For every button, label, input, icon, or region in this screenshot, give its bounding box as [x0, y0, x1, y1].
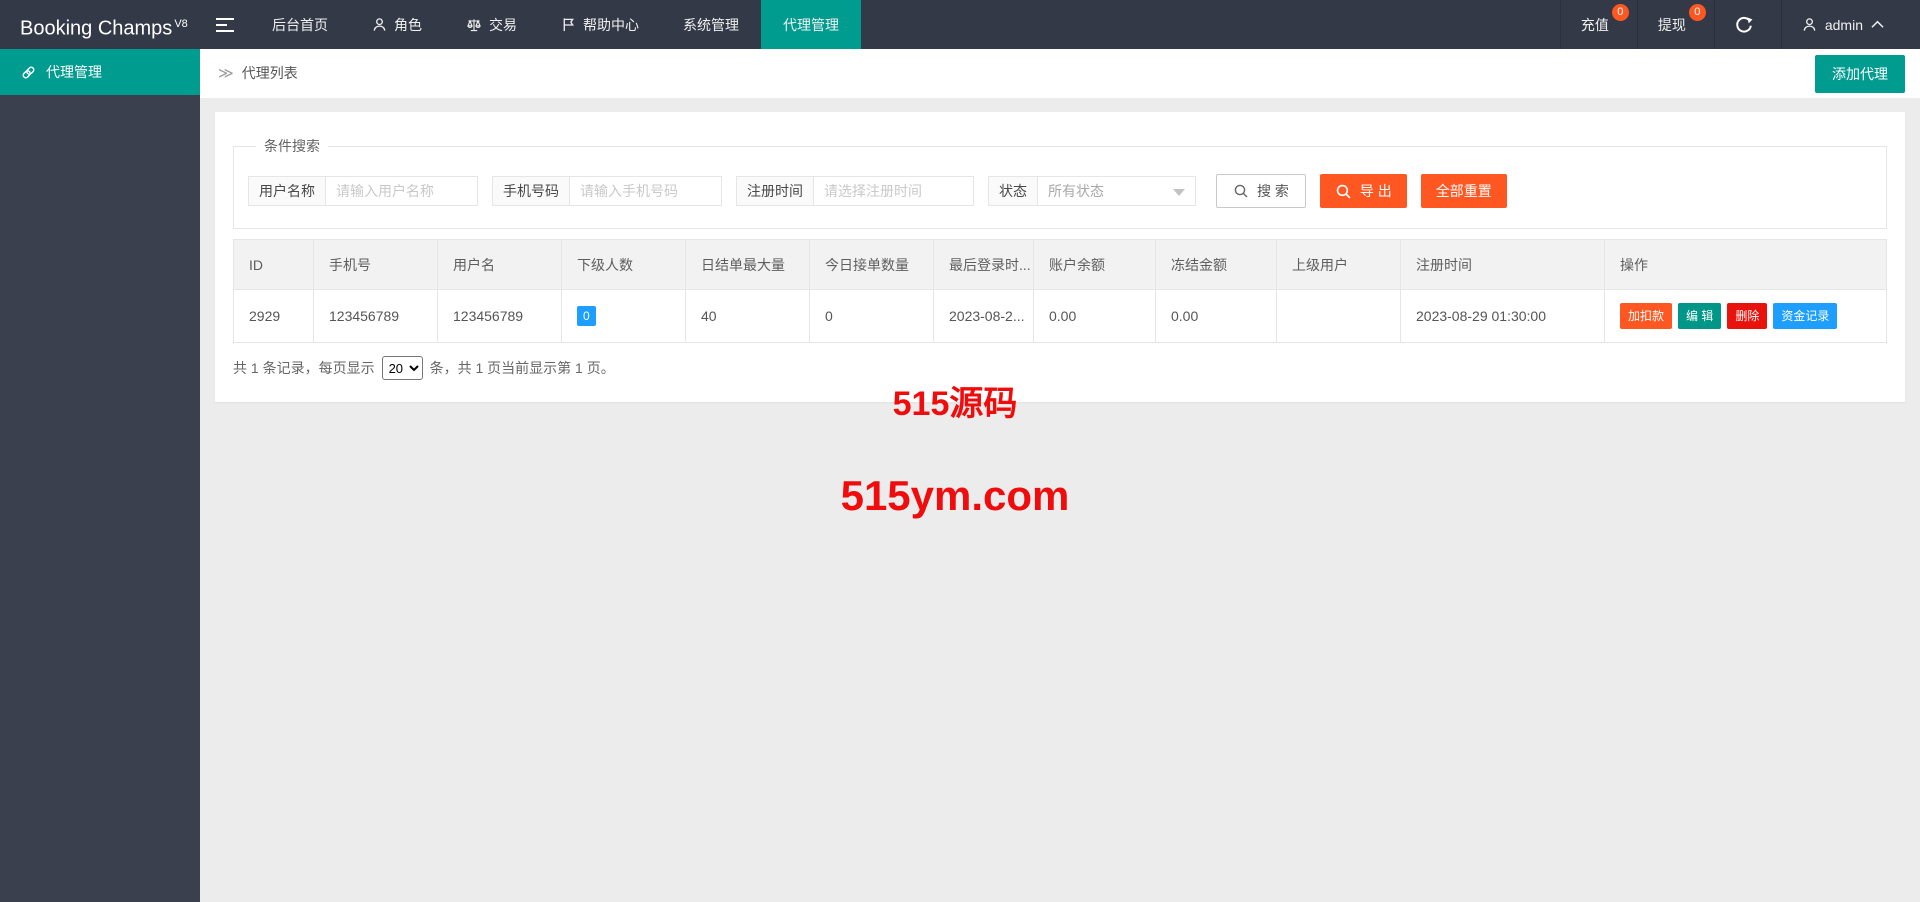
breadcrumb-arrow-icon: ≫ [218, 65, 234, 82]
chevron-up-icon [1871, 20, 1884, 28]
table-row: 2929 123456789 123456789 0 40 0 2023-08-… [233, 289, 1887, 343]
refresh-button[interactable] [1713, 0, 1781, 49]
search-button[interactable]: 搜 索 [1216, 174, 1306, 208]
subordinate-count-badge: 0 [577, 306, 596, 326]
app-logo-text: Booking Champs [20, 17, 173, 40]
cell-last-login: 2023-08-2... [933, 289, 1034, 343]
cell-daily-max: 40 [685, 289, 810, 343]
nav-item-transactions[interactable]: 交易 [444, 0, 539, 49]
user-icon [1803, 18, 1816, 31]
admin-name: admin [1824, 16, 1863, 33]
fund-records-button[interactable]: 资金记录 [1773, 303, 1838, 329]
col-today-orders: 今日接单数量 [809, 239, 934, 290]
cell-today-orders: 0 [809, 289, 934, 343]
scales-icon [467, 18, 481, 31]
sidebar-item-agent-management[interactable]: 代理管理 [0, 49, 200, 95]
adjust-funds-button[interactable]: 加扣款 [1620, 303, 1673, 329]
top-navbar: Booking Champs V8 后台首页 角色 交易 帮助中心 系统管理 代… [0, 0, 1920, 49]
watermark-line1: 515源码 [892, 385, 1018, 423]
main-menu: 后台首页 角色 交易 帮助中心 系统管理 代理管理 [250, 0, 861, 49]
recharge-button[interactable]: 充值 0 [1559, 0, 1637, 49]
nav-item-dashboard[interactable]: 后台首页 [250, 0, 350, 49]
search-icon [1234, 184, 1248, 198]
username-field-group: 用户名称 [248, 176, 478, 206]
col-subordinates: 下级人数 [561, 239, 686, 290]
refresh-icon [1736, 16, 1753, 33]
content-card: 条件搜索 用户名称 手机号码 注册时间 状态 所有状态 [215, 112, 1905, 402]
nav-item-roles[interactable]: 角色 [350, 0, 444, 49]
cell-phone: 123456789 [313, 289, 438, 343]
page-title: 代理列表 [241, 65, 298, 81]
main-content: ≫ 代理列表 添加代理 条件搜索 用户名称 手机号码 注册时间 [200, 49, 1920, 402]
col-id: ID [233, 239, 314, 290]
page-size-select[interactable]: 20 [381, 356, 423, 380]
menu-collapse-icon[interactable] [200, 0, 250, 49]
flag-icon [563, 18, 574, 32]
export-button[interactable]: 导 出 [1319, 174, 1407, 208]
breadcrumb-bar: ≫ 代理列表 添加代理 [200, 49, 1920, 98]
app-logo-version: V8 [174, 18, 188, 30]
breadcrumb: ≫ 代理列表 [218, 49, 1920, 98]
col-daily-max: 日结单最大量 [685, 239, 810, 290]
col-reg-time: 注册时间 [1400, 239, 1605, 290]
status-label: 状态 [988, 176, 1038, 206]
status-select[interactable]: 所有状态 [1038, 176, 1196, 206]
app-logo: Booking Champs V8 [0, 0, 200, 49]
regtime-field-group: 注册时间 [736, 176, 974, 206]
edit-button[interactable]: 编 辑 [1678, 303, 1722, 329]
cell-subordinates: 0 [561, 289, 686, 343]
user-icon [373, 18, 386, 31]
col-actions: 操作 [1604, 239, 1887, 290]
search-panel-legend: 条件搜索 [264, 138, 320, 154]
chevron-down-icon [1173, 189, 1185, 196]
agents-table: ID 手机号 用户名 下级人数 日结单最大量 今日接单数量 最后登录时... 账… [233, 239, 1887, 343]
reset-all-button[interactable]: 全部重置 [1420, 174, 1507, 208]
cell-reg-time: 2023-08-29 01:30:00 [1400, 289, 1605, 343]
admin-dropdown[interactable]: admin [1780, 0, 1920, 49]
withdraw-button[interactable]: 提现 0 [1636, 0, 1714, 49]
cell-balance: 0.00 [1033, 289, 1156, 343]
cell-username: 123456789 [437, 289, 562, 343]
nav-item-help-center[interactable]: 帮助中心 [539, 0, 661, 49]
col-username: 用户名 [437, 239, 562, 290]
cell-actions: 加扣款编 辑删除 资金记录 [1604, 289, 1887, 343]
username-label: 用户名称 [248, 176, 326, 206]
pagination-bar: 共 1 条记录，每页显示 20 条，共 1 页当前显示第 1 页。 [233, 356, 1887, 380]
phone-field-group: 手机号码 [492, 176, 722, 206]
delete-button[interactable]: 删除 [1727, 303, 1768, 329]
col-frozen: 冻结金额 [1155, 239, 1277, 290]
sidebar: 代理管理 [0, 49, 200, 902]
search-panel: 条件搜索 用户名称 手机号码 注册时间 状态 所有状态 [233, 136, 1887, 229]
col-balance: 账户余额 [1033, 239, 1156, 290]
link-icon [22, 66, 35, 78]
search-icon [1336, 184, 1351, 198]
col-phone: 手机号 [313, 239, 438, 290]
recharge-badge: 0 [1611, 4, 1629, 21]
pagination-suffix: 条，共 1 页当前显示第 1 页。 [429, 360, 615, 376]
nav-item-agent-management[interactable]: 代理管理 [761, 0, 861, 49]
add-agent-button[interactable]: 添加代理 [1815, 55, 1905, 93]
withdraw-badge: 0 [1688, 4, 1706, 21]
watermark-line2: 515ym.com [840, 472, 1070, 519]
cell-parent-user [1276, 289, 1401, 343]
col-parent-user: 上级用户 [1276, 239, 1401, 290]
phone-label: 手机号码 [492, 176, 570, 206]
phone-input[interactable] [570, 176, 722, 206]
regtime-input[interactable] [814, 176, 974, 206]
cell-frozen: 0.00 [1155, 289, 1277, 343]
username-input[interactable] [326, 176, 478, 206]
col-last-login: 最后登录时... [933, 239, 1034, 290]
cell-id: 2929 [233, 289, 314, 343]
pagination-prefix: 共 1 条记录，每页显示 [233, 360, 375, 376]
table-header-row: ID 手机号 用户名 下级人数 日结单最大量 今日接单数量 最后登录时... 账… [233, 239, 1887, 290]
regtime-label: 注册时间 [736, 176, 814, 206]
status-field-group: 状态 所有状态 [988, 176, 1196, 206]
nav-item-system-management[interactable]: 系统管理 [661, 0, 761, 49]
navbar-right: 充值 0 提现 0 admin [1559, 0, 1920, 49]
